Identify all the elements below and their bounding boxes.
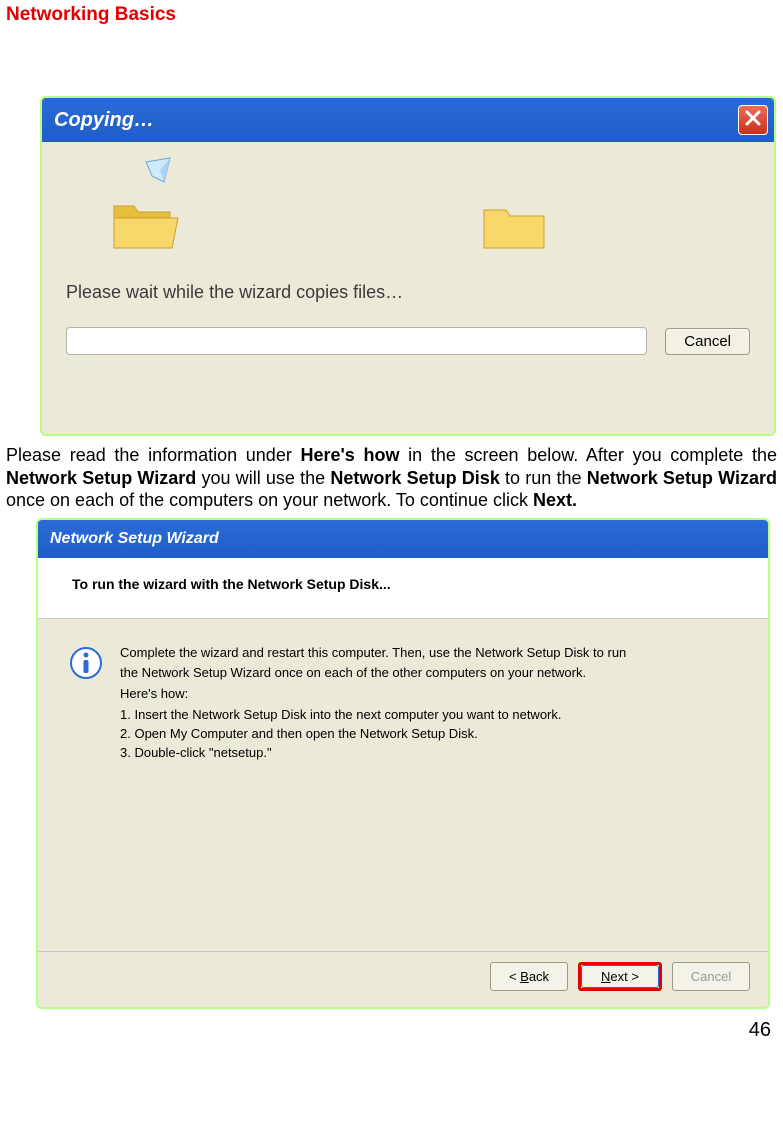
text-bold: Network Setup Disk [330,468,499,488]
wizard-hereshow: Here's how: [120,686,738,703]
copying-message: Please wait while the wizard copies file… [66,282,750,303]
flying-paper-icon [142,156,176,190]
folder-closed-icon [480,198,550,254]
close-button[interactable] [738,105,768,135]
text-segment: once on each of the computers on your ne… [6,490,533,510]
folder-open-icon [110,198,180,254]
text-segment: Please read the information under [6,445,301,465]
text-segment: you will use the [196,468,330,488]
wizard-info-line: Complete the wizard and restart this com… [120,645,738,662]
wizard-titlebar: Network Setup Wizard [38,520,768,558]
wizard-step: 1. Insert the Network Setup Disk into th… [120,707,738,724]
text-bold: Network Setup Wizard [6,468,196,488]
wizard-content: Complete the wizard and restart this com… [38,619,768,951]
page-title: Networking Basics [6,4,777,26]
text-bold: Here's how [301,445,400,465]
text-segment: in the screen below. After you complete … [399,445,777,465]
info-icon [68,645,104,681]
wizard-step: 2. Open My Computer and then open the Ne… [120,726,738,743]
wizard-step: 3. Double-click "netsetup." [120,745,738,762]
next-button-highlight: Next > [578,962,662,991]
next-button[interactable]: Next > [581,965,659,988]
page-number: 46 [6,1019,777,1042]
wizard-info-line: the Network Setup Wizard once on each of… [120,665,738,682]
text-segment: to run the [500,468,587,488]
back-button[interactable]: < Back [490,962,568,991]
wizard-title: Network Setup Wizard [50,530,219,548]
copying-titlebar: Copying… [42,98,774,142]
back-label: < Back [509,969,549,984]
network-setup-wizard-dialog: Network Setup Wizard To run the wizard w… [36,518,770,1009]
progress-bar [66,327,647,355]
instruction-paragraph: Please read the information under Here's… [6,444,777,512]
copying-dialog: Copying… Please wait while the wizard co… [40,96,776,436]
close-icon [745,110,761,131]
copying-title: Copying… [54,109,154,132]
text-bold: Next. [533,490,577,510]
wizard-header: To run the wizard with the Network Setup… [38,558,768,619]
copying-body: Please wait while the wizard copies file… [42,142,774,434]
wizard-cancel-button[interactable]: Cancel [672,962,750,991]
next-label: Next > [601,969,639,984]
cancel-button[interactable]: Cancel [665,328,750,355]
text-bold: Network Setup Wizard [587,468,777,488]
wizard-footer: < Back Next > Cancel [38,951,768,1007]
